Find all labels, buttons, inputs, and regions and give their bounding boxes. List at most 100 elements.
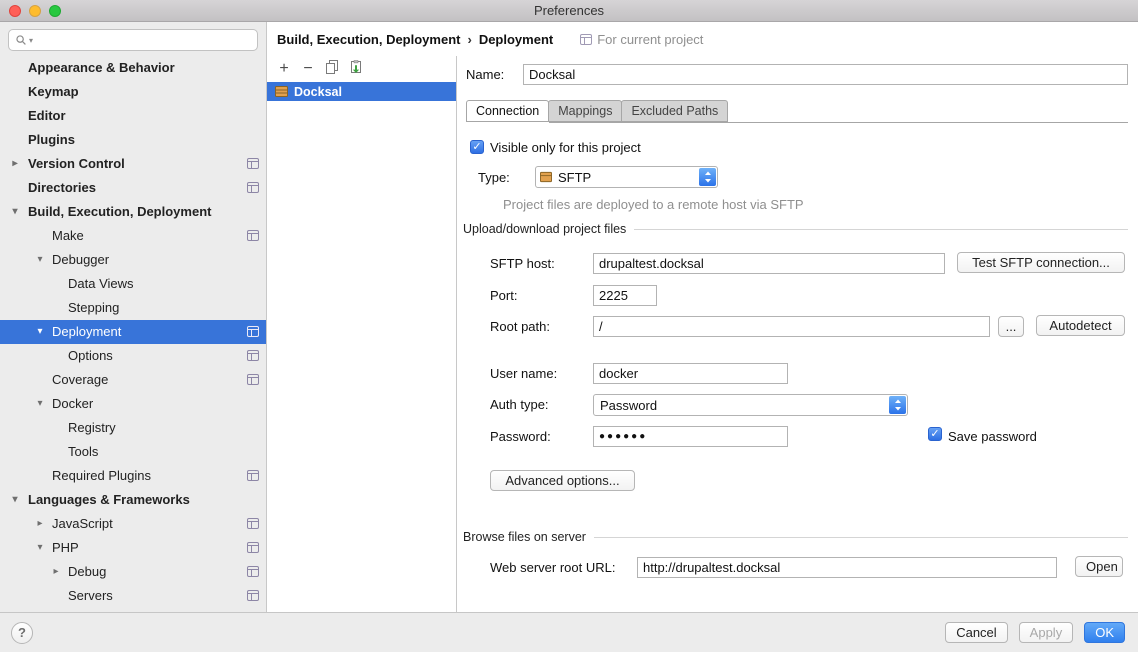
type-label: Type: <box>478 171 510 185</box>
sidebar-tree-item[interactable]: Options <box>0 344 266 368</box>
sidebar-tree-item[interactable]: Tools <box>0 440 266 464</box>
project-scope-icon <box>247 470 259 481</box>
sidebar-tree-item[interactable]: Required Plugins <box>0 464 266 488</box>
auth-type-label: Auth type: <box>490 398 549 412</box>
browse-section-header: Browse files on server <box>463 530 1128 544</box>
auth-type-stepper-icon <box>889 396 906 414</box>
root-path-input[interactable] <box>593 316 990 337</box>
project-scope-icon <box>247 542 259 553</box>
sidebar-tree-item[interactable]: ▾ Debugger <box>0 248 266 272</box>
tree-item-label: Debugger <box>52 252 109 267</box>
sftp-host-input[interactable] <box>593 253 945 274</box>
type-select-value: SFTP <box>558 170 591 185</box>
tree-toggle-icon[interactable]: ▸ <box>50 560 62 584</box>
tab-connection[interactable]: Connection <box>466 100 549 122</box>
tree-item-label: Plugins <box>28 132 75 147</box>
remove-server-button[interactable]: − <box>297 59 319 79</box>
sidebar-tree-item[interactable]: Plugins <box>0 128 266 152</box>
tree-toggle-icon[interactable]: ▸ <box>9 152 21 176</box>
tree-toggle-icon[interactable]: ▸ <box>34 512 46 536</box>
tree-item-label: Stepping <box>68 300 119 315</box>
test-sftp-connection-button[interactable]: Test SFTP connection... <box>957 252 1125 273</box>
tree-item-label: Coverage <box>52 372 108 387</box>
project-scope-icon <box>247 158 259 169</box>
project-scope-icon <box>247 566 259 577</box>
tree-item-label: Make <box>52 228 84 243</box>
tree-item-label: Data Views <box>68 276 134 291</box>
name-input[interactable] <box>523 64 1128 85</box>
tree-toggle-icon[interactable]: ▾ <box>9 488 21 512</box>
tab-mappings[interactable]: Mappings <box>548 100 622 122</box>
web-root-input[interactable] <box>637 557 1057 578</box>
type-select[interactable]: SFTP <box>535 166 718 188</box>
password-input[interactable] <box>593 426 788 447</box>
upload-section-header: Upload/download project files <box>463 222 1128 236</box>
footer-bar: ? Cancel Apply OK <box>0 612 1138 652</box>
sidebar-tree-item[interactable]: ▾ Docker <box>0 392 266 416</box>
help-button[interactable]: ? <box>11 622 33 644</box>
sidebar-tree-item[interactable]: Appearance & Behavior <box>0 56 266 80</box>
sidebar-tree-item[interactable]: ▾ Deployment <box>0 320 266 344</box>
server-list: Docksal <box>267 82 456 101</box>
settings-search-box[interactable]: ▾ <box>8 29 258 51</box>
sidebar-tree-item[interactable]: ▸ Debug <box>0 560 266 584</box>
sidebar-tree-item[interactable]: Editor <box>0 104 266 128</box>
type-hint: Project files are deployed to a remote h… <box>503 198 804 212</box>
ok-button[interactable]: OK <box>1084 622 1125 643</box>
advanced-options-button[interactable]: Advanced options... <box>490 470 635 491</box>
sidebar-tree-item[interactable]: Registry <box>0 416 266 440</box>
auth-type-value: Password <box>600 398 657 413</box>
search-input[interactable] <box>38 33 251 47</box>
server-item-label: Docksal <box>294 85 342 99</box>
sidebar-tree-item[interactable]: Directories <box>0 176 266 200</box>
port-input[interactable] <box>593 285 657 306</box>
sidebar-tree-item[interactable]: Keymap <box>0 80 266 104</box>
autodetect-button[interactable]: Autodetect <box>1036 315 1125 336</box>
server-list-item[interactable]: Docksal <box>267 82 456 101</box>
sidebar-tree-item[interactable]: ▾ Build, Execution, Deployment <box>0 200 266 224</box>
close-button[interactable] <box>9 5 21 17</box>
save-password-checkbox[interactable]: ✓ <box>928 427 942 441</box>
zoom-button[interactable] <box>49 5 61 17</box>
add-server-button[interactable]: + <box>273 59 295 79</box>
tree-item-label: Keymap <box>28 84 79 99</box>
content-header: Build, Execution, Deployment › Deploymen… <box>267 22 1138 56</box>
sidebar-tree-item[interactable]: Make <box>0 224 266 248</box>
root-path-label: Root path: <box>490 320 550 334</box>
cancel-button[interactable]: Cancel <box>945 622 1007 643</box>
search-options-chevron-icon[interactable]: ▾ <box>29 36 33 45</box>
tree-toggle-icon[interactable]: ▾ <box>34 248 46 272</box>
sidebar-tree-item[interactable]: ▾ PHP <box>0 536 266 560</box>
sidebar-tree-item[interactable]: Servers <box>0 584 266 608</box>
sidebar-tree-item[interactable]: Data Views <box>0 272 266 296</box>
copy-server-button[interactable] <box>321 59 343 79</box>
sidebar-tree-item[interactable]: Coverage <box>0 368 266 392</box>
tree-item-label: Debug <box>68 564 106 579</box>
tree-item-label: Registry <box>68 420 116 435</box>
auth-type-select[interactable]: Password <box>593 394 908 416</box>
server-list-toolbar: + − <box>267 56 456 82</box>
visible-project-checkbox[interactable]: ✓ <box>470 140 484 154</box>
user-name-input[interactable] <box>593 363 788 384</box>
sidebar-tree-item[interactable]: ▾ Languages & Frameworks <box>0 488 266 512</box>
project-scope-label: For current project <box>597 32 703 47</box>
apply-button[interactable]: Apply <box>1019 622 1074 643</box>
breadcrumb-parent[interactable]: Build, Execution, Deployment <box>277 32 460 47</box>
sidebar-tree-item[interactable]: ▸ JavaScript <box>0 512 266 536</box>
sidebar-tree-item[interactable]: ▸ Version Control <box>0 152 266 176</box>
tree-toggle-icon[interactable]: ▾ <box>34 536 46 560</box>
open-button[interactable]: Open <box>1075 556 1123 577</box>
server-panel: + − Docksal <box>267 56 457 612</box>
minimize-button[interactable] <box>29 5 41 17</box>
tab-excluded-paths[interactable]: Excluded Paths <box>621 100 728 122</box>
tree-toggle-icon[interactable]: ▾ <box>34 392 46 416</box>
tree-toggle-icon[interactable]: ▾ <box>34 320 46 344</box>
tree-item-label: Version Control <box>28 156 125 171</box>
tree-item-label: JavaScript <box>52 516 113 531</box>
paste-server-button[interactable] <box>345 59 367 79</box>
sidebar-tree-item[interactable]: Stepping <box>0 296 266 320</box>
tree-toggle-icon[interactable]: ▾ <box>9 200 21 224</box>
browse-root-path-button[interactable]: ... <box>998 316 1024 337</box>
tree-item-label: Servers <box>68 588 113 603</box>
project-scope-badge: For current project <box>580 32 703 47</box>
